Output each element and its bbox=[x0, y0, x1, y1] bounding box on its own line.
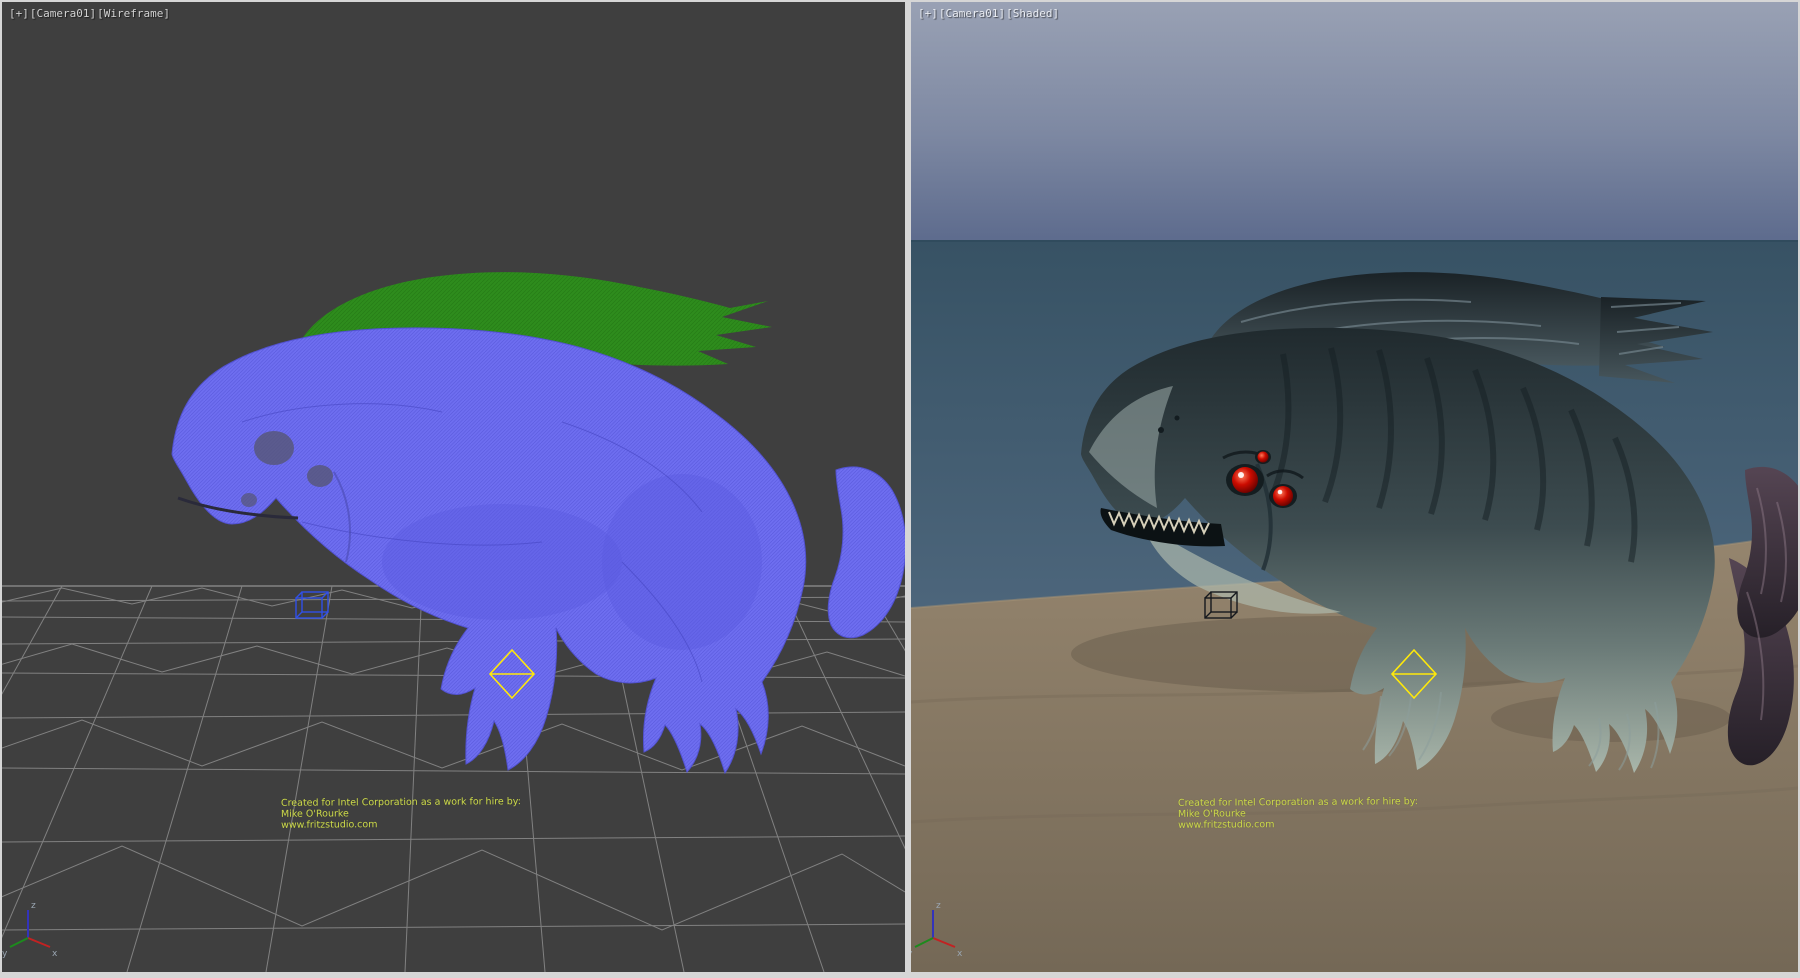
nostril bbox=[1158, 427, 1164, 433]
axis-x-label: x bbox=[52, 949, 58, 959]
eye-right bbox=[1273, 486, 1293, 506]
sky bbox=[911, 2, 1798, 242]
watermark-line1: Created for Intel Corporation as a work … bbox=[281, 796, 521, 809]
viewport-wireframe[interactable]: [+][Camera01][Wireframe] bbox=[2, 2, 905, 972]
axis-z-label: z bbox=[31, 901, 36, 911]
watermark-line1: Created for Intel Corporation as a work … bbox=[1178, 796, 1418, 809]
viewport-label-left: [+][Camera01][Wireframe] bbox=[9, 7, 171, 20]
nostril bbox=[1175, 416, 1180, 421]
viewport-menu-pov[interactable]: [Camera01] bbox=[939, 7, 1005, 20]
watermark-line3: www.fritzstudio.com bbox=[281, 818, 521, 831]
watermark-text: Created for Intel Corporation as a work … bbox=[281, 796, 521, 831]
axis-z-label: z bbox=[936, 901, 941, 911]
viewport-menu-general[interactable]: [+] bbox=[9, 7, 29, 20]
viewport-menu-shading[interactable]: [Wireframe] bbox=[97, 7, 170, 20]
viewport-area: [+][Camera01][Wireframe] bbox=[0, 0, 1800, 978]
viewport-menu-general[interactable]: [+] bbox=[918, 7, 938, 20]
eye-small bbox=[1258, 452, 1269, 463]
dummy-box-helper[interactable] bbox=[296, 592, 328, 618]
axis-y-label: y bbox=[2, 949, 8, 959]
eye-left bbox=[1232, 467, 1258, 493]
axis-x-label: x bbox=[957, 949, 963, 959]
watermark-text: Created for Intel Corporation as a work … bbox=[1178, 796, 1418, 831]
eye-spot-large bbox=[254, 431, 294, 465]
viewport-menu-shading[interactable]: [Shaded] bbox=[1006, 7, 1059, 20]
fish-model-wireframe[interactable] bbox=[172, 272, 905, 773]
viewport-label-right: [+][Camera01][Shaded] bbox=[918, 7, 1060, 20]
watermark-line3: www.fritzstudio.com bbox=[1178, 818, 1418, 831]
eye-spot-small bbox=[307, 465, 333, 487]
viewport-shaded[interactable]: [+][Camera01][Shaded] bbox=[911, 2, 1798, 972]
viewport-menu-pov[interactable]: [Camera01] bbox=[30, 7, 96, 20]
